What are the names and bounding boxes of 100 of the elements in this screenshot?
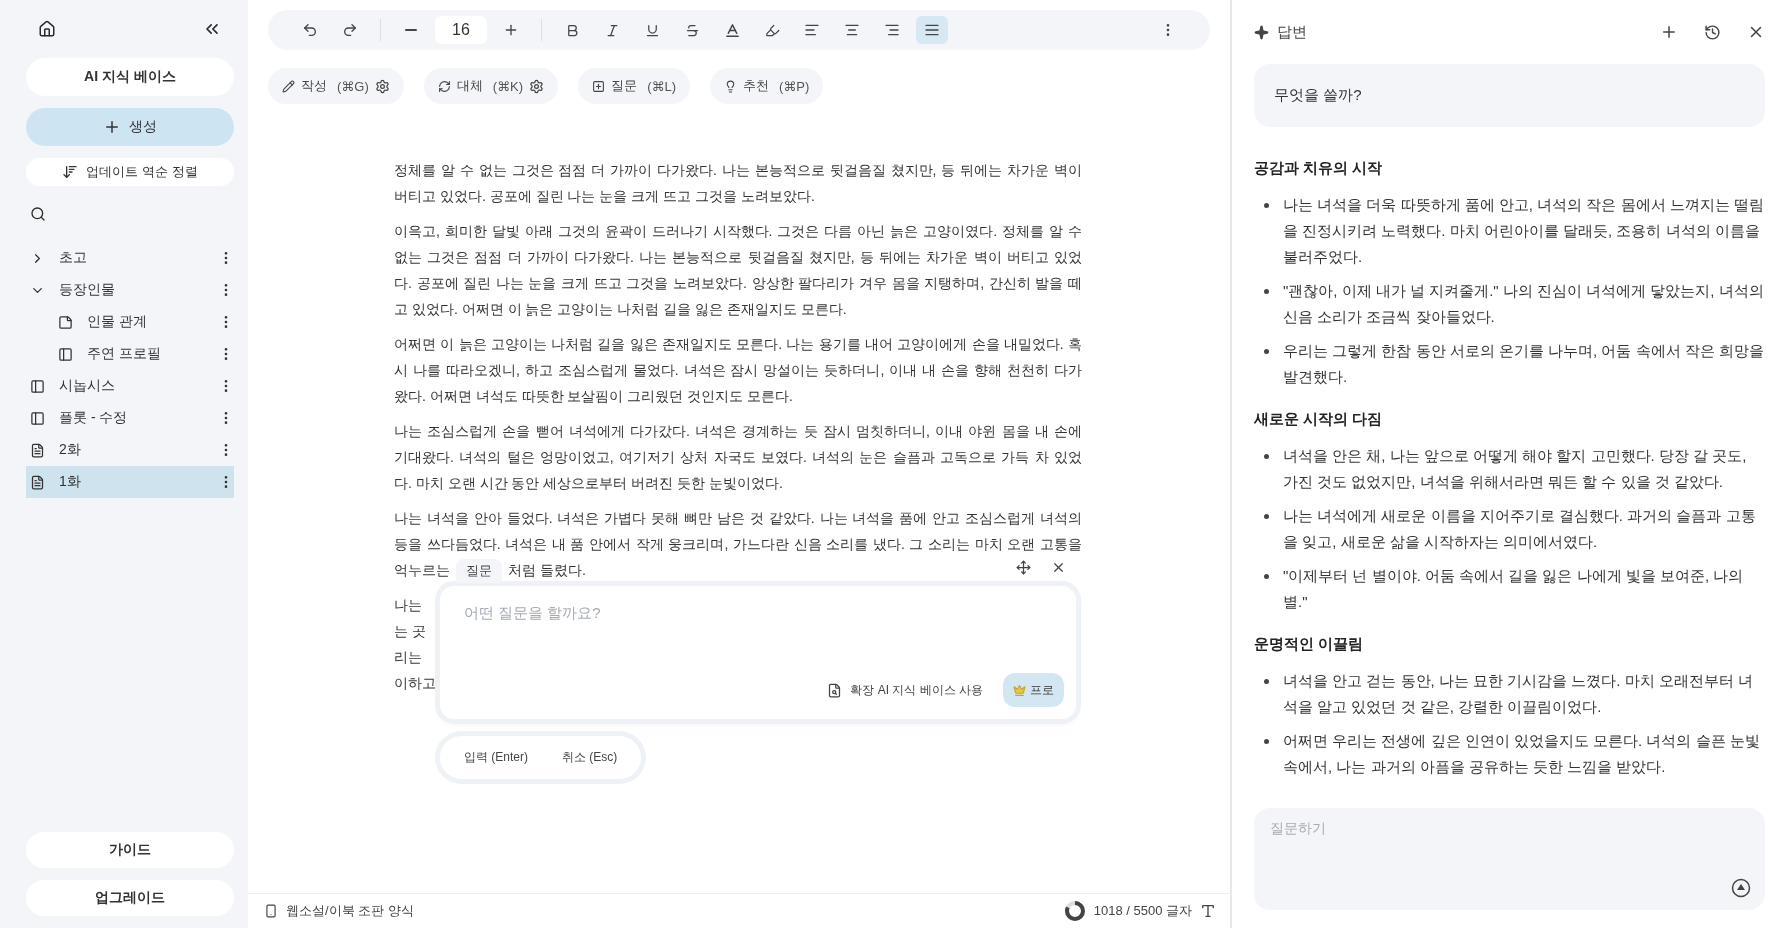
sparkle-icon bbox=[1254, 24, 1269, 40]
bullet-dot bbox=[1264, 454, 1269, 459]
ai-action-button[interactable]: 질문 (⌘L) bbox=[578, 68, 690, 104]
undo-icon bbox=[302, 22, 318, 38]
align-left-icon bbox=[804, 22, 820, 38]
body-text: 등을 쓰다듬었다. 녀석은 내 품 안에서 작게 웅크리며, 가느다란 신음 소리를 냈다. 그 소리는 마치 오랜 고통을 bbox=[394, 535, 1082, 554]
answer-bullet: "이제부터 넌 별이야. 어둠 속에서 길을 잃은 나에게 빛을 보여준, 나의 별." bbox=[1283, 566, 1745, 612]
section-heading: 새로운 시작의 다짐 bbox=[1254, 410, 1384, 429]
sidebar-footer-button[interactable]: 가이드 bbox=[26, 832, 234, 868]
ai-action-button[interactable]: 작성 (⌘G) bbox=[268, 68, 404, 104]
plus-icon bbox=[503, 22, 519, 38]
tree-item[interactable]: 등장인물 bbox=[26, 274, 234, 306]
answer-bullet: "괜찮아, 이제 내가 널 지켜줄게." 나의 진심이 녀석에게 닿았는지, 녀석의 신음 소리가 조금씩 잦아들었다. bbox=[1283, 281, 1765, 327]
body-text: 다. 공포에 질린 나는 눈을 크게 뜨고 그것을 노려보았다. 앙상한 팔다리가 겨우 몸을 지탱하며, 간신히 발을 떼 bbox=[394, 274, 1082, 293]
body-text: 나는 조심스럽게 손을 뻗어 녀석에게 다가갔다. 녀석은 경계하는 듯 잠시 멈칫하더니, 이내 야윈 몸을 내 손에 bbox=[394, 422, 1082, 441]
align-button[interactable] bbox=[916, 16, 948, 44]
move-icon[interactable] bbox=[1016, 560, 1031, 575]
sidebar-footer-button[interactable]: 업그레이드 bbox=[26, 880, 234, 916]
ask-field[interactable]: 질문하기 bbox=[1254, 808, 1765, 910]
table-icon bbox=[58, 346, 73, 362]
strikethrough-icon bbox=[684, 22, 700, 38]
plus-square-icon bbox=[592, 79, 606, 93]
tree-item[interactable]: 1화 bbox=[26, 466, 234, 498]
knowledge-base-button[interactable]: AI 지식 베이스 bbox=[26, 58, 234, 96]
align-center-icon bbox=[844, 22, 860, 38]
crown-icon bbox=[1013, 683, 1026, 697]
body-text: 는 곳 bbox=[394, 622, 426, 641]
create-button[interactable]: 생성 bbox=[26, 108, 234, 146]
tree-item-label: 1화 bbox=[59, 473, 82, 491]
settings-icon[interactable] bbox=[529, 78, 545, 94]
body-text: 다. 마치 오랜 시간 동안 세상으로부터 버려진 듯한 눈빛이었다. bbox=[394, 474, 783, 493]
text-size-icon[interactable] bbox=[1200, 903, 1216, 919]
tree-item-label: 2화 bbox=[59, 441, 82, 459]
text-color-icon bbox=[723, 21, 741, 39]
body-text: 나는 녀석을 안아 들었다. 녀석은 가볍다 못해 뼈만 남은 것 같았다. 나는 녀석을 품에 안고 조심스럽게 녀석의 bbox=[394, 509, 1082, 528]
history-icon[interactable] bbox=[1704, 23, 1721, 41]
tree-item-label: 플롯 - 수정 bbox=[59, 409, 129, 427]
body-text: 나는 bbox=[394, 596, 422, 615]
character-count: 1018 / 5500 글자 bbox=[1093, 902, 1192, 920]
bullet-dot bbox=[1264, 574, 1269, 579]
body-text: 어쩌면 이 늙은 고양이는 나처럼 길을 잃은 존재일지도 모른다. 나는 용기를 내어 고양이에게 손을 내밀었다. 혹 bbox=[394, 335, 1082, 354]
tree-item-label: 주연 프로필 bbox=[87, 345, 162, 363]
align-justify-icon bbox=[924, 22, 940, 38]
pencil-icon bbox=[282, 79, 295, 93]
font-size-field[interactable]: 16 bbox=[435, 16, 487, 44]
section-heading: 운명적인 이끌림 bbox=[1254, 635, 1365, 654]
document-icon bbox=[30, 474, 45, 490]
underline-icon bbox=[644, 22, 660, 38]
body-text: 이윽고, 희미한 달빛 아래 그것의 윤곽이 드러나기 시작했다. 그것은 다름 아닌 늙은 고양이였다. 정체를 알 수 bbox=[394, 222, 1082, 241]
sort-button[interactable]: 업데이트 역순 정렬 bbox=[26, 158, 234, 186]
answer-bullet: 나는 녀석을 더욱 따뜻하게 품에 안고, 녀석의 작은 몸에서 느껴지는 떨림을 진정시키려 노력했다. 마치 어린아이를 달래듯, 조용히 녀석의 이름을 불러주었다. bbox=[1283, 195, 1765, 267]
highlighter-icon bbox=[764, 22, 780, 38]
bullet-dot bbox=[1264, 203, 1269, 208]
answer-bullet: 나는 녀석에게 새로운 이름을 지어주기로 결심했다. 과거의 슬픔과 고통을 잊고, 새로운 삶을 시작하자는 의미에서였다. bbox=[1283, 506, 1757, 552]
answer-bullet: 녀석을 안은 채, 나는 앞으로 어떻게 해야 할지 고민했다. 당장 갈 곳도, 가진 것도 없었지만, 녀석을 위해서라면 뭐든 할 수 있을 것 같았다. bbox=[1283, 446, 1748, 492]
answer-bullet: 녀석을 안고 걷는 동안, 나는 묘한 기시감을 느꼈다. 마치 오래전부터 녀석을 알고 있었던 것 같은, 강렬한 이끌림이었다. bbox=[1283, 671, 1754, 717]
tree-item-label: 초고 bbox=[59, 249, 88, 267]
plus-icon[interactable] bbox=[1660, 23, 1678, 41]
tree-item[interactable]: 인물 관계 bbox=[26, 306, 234, 338]
body-text: 시 나를 따라오겠니, 하고 조심스럽게 물었다. 녀석은 잠시 망설이는 듯하더니, 이내 내 손을 향해 천천히 다가 bbox=[394, 361, 1082, 380]
ai-action-button[interactable]: 대체 (⌘K) bbox=[423, 68, 559, 104]
search-icon[interactable] bbox=[30, 206, 46, 222]
tree-item[interactable]: 초고 bbox=[26, 242, 234, 274]
body-text: 리는 bbox=[394, 648, 422, 667]
body-text: 고 있었다. 어쩌면 이 늙은 고양이는 나처럼 길을 잃은 존재일지도 모른다. bbox=[394, 300, 847, 319]
close-icon[interactable] bbox=[1051, 560, 1066, 575]
tree-item[interactable]: 시놉시스 bbox=[26, 370, 234, 402]
layout-label[interactable]: 웹소설/이북 조판 양식 bbox=[286, 902, 414, 920]
phone-icon bbox=[264, 904, 278, 918]
italic-icon bbox=[604, 22, 620, 38]
tree-item[interactable]: 플롯 - 수정 bbox=[26, 402, 234, 434]
tree-item-label: 등장인물 bbox=[59, 281, 116, 299]
ai-action-button[interactable]: 추천 (⌘P) bbox=[710, 68, 824, 104]
minus-icon bbox=[405, 29, 417, 31]
tree-item-label: 시놉시스 bbox=[59, 377, 116, 395]
bullet-dot bbox=[1264, 679, 1269, 684]
settings-icon[interactable] bbox=[374, 78, 390, 94]
refresh-icon bbox=[437, 79, 451, 93]
body-text: 억누르는 bbox=[394, 561, 450, 580]
body-text: 이하고 bbox=[394, 674, 436, 693]
document-icon bbox=[30, 442, 45, 458]
answer-bullet: 어쩌면 우리는 전생에 깊은 인연이 있었을지도 모른다. 녀석의 슬픈 눈빛 속에서, 나는 과거의 아픔을 공유하는 듯한 느낌을 받았다. bbox=[1283, 731, 1761, 777]
tree-item[interactable]: 주연 프로필 bbox=[26, 338, 234, 370]
align-right-icon bbox=[884, 22, 900, 38]
table-icon bbox=[30, 378, 45, 394]
bullet-dot bbox=[1264, 289, 1269, 294]
plus-icon bbox=[103, 118, 121, 136]
body-text: 처럼 들렸다. bbox=[508, 561, 586, 580]
note-icon bbox=[58, 314, 73, 330]
panel-title: 답변 bbox=[1277, 22, 1308, 42]
tree-item[interactable]: 2화 bbox=[26, 434, 234, 466]
bullet-dot bbox=[1264, 739, 1269, 744]
bullet-dot bbox=[1264, 514, 1269, 519]
home-icon[interactable] bbox=[38, 20, 56, 38]
bullet-dot bbox=[1264, 349, 1269, 354]
body-text: 정체를 알 수 없는 그것은 점점 더 가까이 다가왔다. 나는 본능적으로 뒷걸음질 쳤지만, 등 뒤에는 차가운 벽이 bbox=[394, 161, 1082, 180]
send-icon[interactable] bbox=[1731, 878, 1751, 898]
pro-badge: 프로 bbox=[1003, 673, 1064, 707]
question-bubble: 무엇을 쓸까? bbox=[1254, 64, 1765, 127]
body-text: 왔다. 어쩌면 녀석도 따뜻한 보살핌이 그리웠던 것인지도 모른다. bbox=[394, 387, 793, 406]
